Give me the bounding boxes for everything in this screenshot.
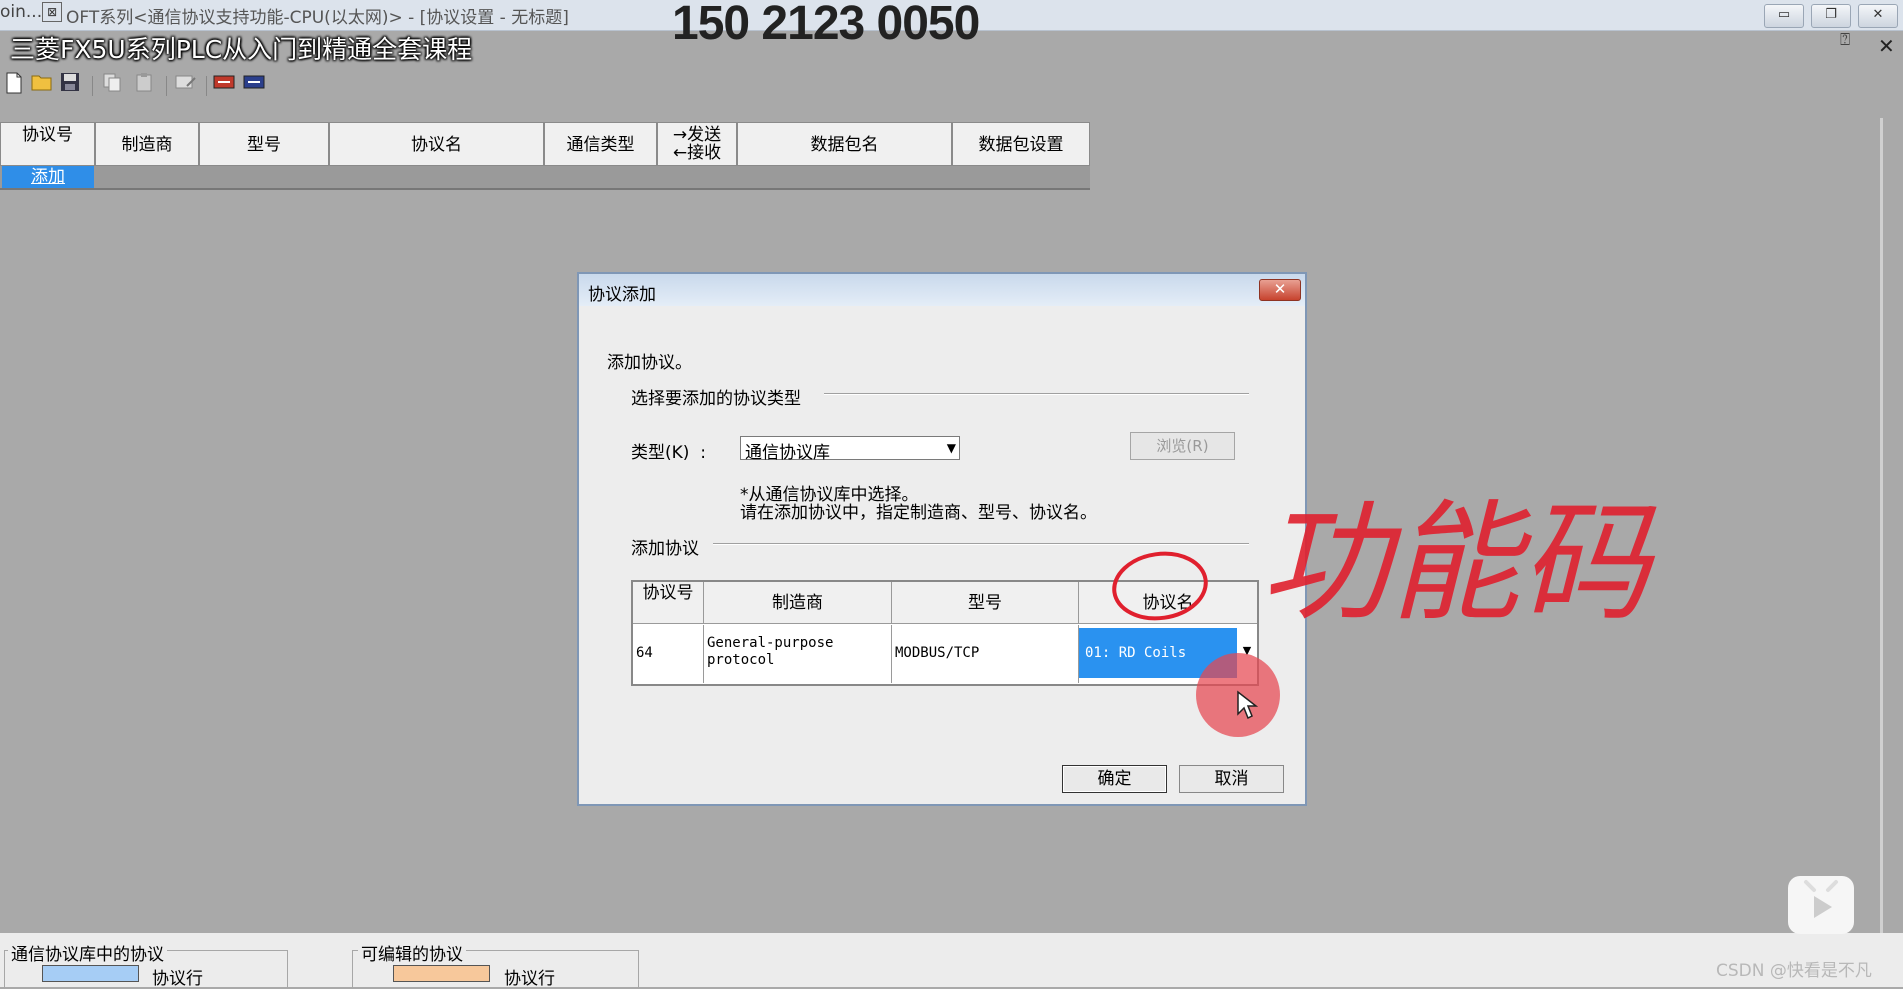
col-packet-settings[interactable]: 数据包设置 [952, 122, 1090, 166]
close-icon: ✕ [1273, 280, 1287, 298]
toolbar-separator [206, 76, 207, 96]
col-protocol-no[interactable]: 协议号 [0, 122, 95, 166]
new-file-icon[interactable] [2, 72, 26, 98]
window-title: OFT系列<通信协议支持功能-CPU(以太网)> - [协议设置 - 无标题] [66, 8, 569, 28]
col-model[interactable]: 型号 [199, 122, 329, 166]
minimize-icon: ▭ [1777, 7, 1791, 22]
paste-icon[interactable] [132, 72, 156, 98]
legend-library-swatch [42, 965, 139, 982]
toolbar-separator [166, 76, 167, 96]
close-document-icon[interactable]: ✕ [1878, 34, 1895, 58]
video-play-icon [1788, 876, 1854, 934]
course-title-overlay: 三菱FX5U系列PLC从入门到精通全套课程 [10, 35, 473, 64]
legend-editable-swatch [393, 965, 490, 982]
close-icon: ✕ [1872, 7, 1884, 22]
cell-manufacturer[interactable]: General-purpose protocol [704, 625, 892, 683]
legend-library-item: 协议行 [152, 969, 203, 989]
handwriting-text: 功能码 [1260, 487, 1657, 639]
restore-icon: ❐ [1825, 7, 1837, 22]
open-folder-icon[interactable] [30, 72, 54, 98]
col-send-receive[interactable]: →发送 ←接收 [657, 122, 737, 166]
help-icon[interactable]: ⍰ [1840, 30, 1860, 50]
cursor-icon [1237, 690, 1258, 720]
toolbar-separator [92, 76, 93, 96]
type-label: 类型(K) : [631, 443, 706, 463]
cancel-button[interactable]: 取消 [1179, 765, 1284, 793]
save-icon[interactable] [58, 72, 82, 98]
handwritten-annotation: 功能码 [1112, 487, 1657, 639]
send-label: →发送 [672, 125, 722, 145]
th-protocol-no: 协议号 [633, 582, 704, 624]
cell-protocol-no: 64 [633, 625, 704, 683]
type-select[interactable]: 通信协议库 ▼ [740, 436, 960, 463]
ok-button[interactable]: 确定 [1062, 765, 1167, 793]
col-protocol-name[interactable]: 协议名 [329, 122, 544, 166]
th-model: 型号 [892, 582, 1079, 624]
title-prefix-text: oin... [0, 2, 43, 22]
chevron-down-icon[interactable]: ▼ [947, 441, 956, 455]
col-manufacturer[interactable]: 制造商 [95, 122, 199, 166]
manufacturer-line-2: protocol [707, 652, 775, 668]
cell-model[interactable]: MODBUS/TCP [892, 625, 1079, 683]
legend-editable-item: 协议行 [504, 969, 555, 989]
minimize-button[interactable]: ▭ [1764, 4, 1804, 28]
dialog-title-bar [579, 274, 1305, 306]
note-line-2: 请在添加协议中，指定制造商、型号、协议名。 [740, 503, 1097, 523]
col-packet-name[interactable]: 数据包名 [737, 122, 952, 166]
manufacturer-line-1: General-purpose [707, 635, 834, 651]
receive-label: ←接收 [672, 143, 722, 163]
browse-button[interactable]: 浏览(R) [1130, 432, 1235, 460]
window-menu-icon[interactable]: ⊠ [42, 2, 63, 22]
section-select-type: 选择要添加的协议类型 [631, 389, 801, 409]
col-comm-type[interactable]: 通信类型 [544, 122, 657, 166]
grid-add-row [0, 166, 1090, 190]
watermark-text: CSDN @快看是不凡 [1716, 961, 1872, 981]
phone-overlay: 150 2123 0050 [672, 0, 980, 50]
dialog-close-button[interactable]: ✕ [1259, 279, 1301, 301]
toolbar [0, 72, 300, 102]
restore-button[interactable]: ❐ [1811, 4, 1851, 28]
add-protocol-cell[interactable]: 添加 [2, 166, 94, 188]
note-line-1: *从通信协议库中选择。 [740, 485, 919, 505]
dialog-intro-text: 添加协议。 [607, 353, 692, 373]
write-to-plc-icon[interactable] [242, 72, 266, 98]
copy-icon[interactable] [100, 72, 124, 98]
legend-editable-title: 可编辑的协议 [358, 940, 466, 965]
type-select-value: 通信协议库 [745, 443, 830, 463]
divider [824, 393, 1249, 395]
protocol-grid-header: 协议号 制造商 型号 协议名 通信类型 →发送 ←接收 数据包名 数据包设置 [0, 122, 1090, 166]
th-manufacturer: 制造商 [704, 582, 892, 624]
dialog-title: 协议添加 [588, 285, 656, 305]
edit-icon[interactable] [174, 72, 198, 98]
section-add-protocol: 添加协议 [631, 539, 699, 559]
legend-library-title: 通信协议库中的协议 [8, 940, 167, 965]
close-window-button[interactable]: ✕ [1858, 4, 1898, 28]
title-prefix: oin... ⊠ [0, 2, 66, 28]
read-from-plc-icon[interactable] [212, 72, 236, 98]
